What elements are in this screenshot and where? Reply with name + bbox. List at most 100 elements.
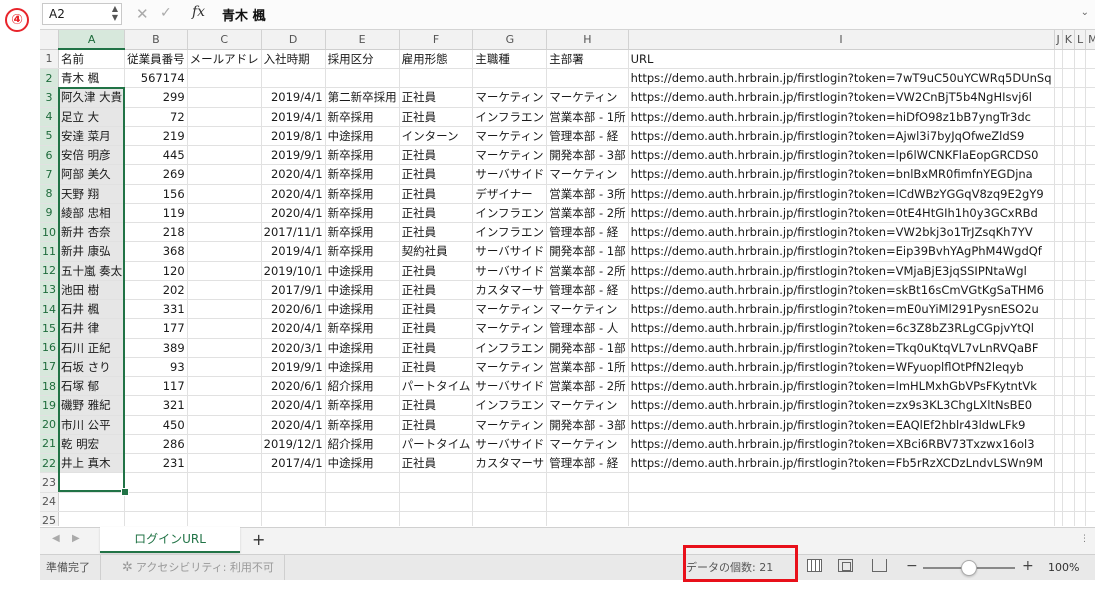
cell-d23[interactable]: [261, 472, 326, 493]
cell-g3[interactable]: マーケティン: [472, 87, 548, 108]
cell-c14[interactable]: [187, 299, 262, 320]
cell-j8[interactable]: [1054, 184, 1063, 204]
column-header-j[interactable]: J: [1054, 30, 1063, 50]
row-header[interactable]: 24: [40, 492, 59, 512]
cell-m2[interactable]: [1085, 68, 1095, 89]
cell-g4[interactable]: インフラエン: [472, 107, 548, 127]
cell-a12[interactable]: 五十嵐 奏太: [58, 261, 126, 281]
row-header[interactable]: 7: [40, 164, 59, 185]
cell-b9[interactable]: 119: [124, 203, 188, 224]
cell-g12[interactable]: サーバサイド: [472, 261, 548, 281]
cell-a9[interactable]: 綾部 忠相: [58, 203, 126, 224]
cell-g22[interactable]: カスタマーサ: [472, 453, 548, 474]
cell-g15[interactable]: マーケティン: [472, 318, 548, 339]
row-header[interactable]: 9: [40, 203, 59, 224]
cell-e10[interactable]: 新卒採用: [325, 222, 400, 243]
cell-j4[interactable]: [1054, 107, 1063, 127]
cell-b13[interactable]: 202: [124, 280, 188, 301]
cell-f21[interactable]: パートタイム: [399, 434, 474, 455]
cell-m3[interactable]: [1085, 87, 1095, 108]
cell-m9[interactable]: [1085, 203, 1095, 224]
cell-d24[interactable]: [261, 492, 326, 512]
cell-i2[interactable]: https://demo.auth.hrbrain.jp/firstlogin?…: [628, 68, 1055, 89]
cell-b16[interactable]: 389: [124, 338, 188, 358]
cell-d7[interactable]: 2020/4/1: [261, 164, 326, 185]
cell-c2[interactable]: [187, 68, 262, 89]
column-header-m[interactable]: M: [1085, 30, 1095, 50]
cell-i24[interactable]: [628, 492, 1055, 512]
cell-a10[interactable]: 新井 杏奈: [58, 222, 126, 243]
page-layout-view-icon[interactable]: [838, 559, 853, 572]
cell-c18[interactable]: [187, 376, 262, 397]
cell-l19[interactable]: [1074, 395, 1087, 416]
cell-b1[interactable]: 従業員番号: [124, 49, 188, 70]
column-header-e[interactable]: E: [325, 30, 400, 50]
cell-e15[interactable]: 新卒採用: [325, 318, 400, 339]
cell-c12[interactable]: [187, 261, 262, 281]
cell-i18[interactable]: https://demo.auth.hrbrain.jp/firstlogin?…: [628, 376, 1055, 397]
cell-k22[interactable]: [1062, 453, 1075, 474]
row-header[interactable]: 20: [40, 415, 59, 435]
cell-h8[interactable]: 営業本部 - 3所: [546, 184, 629, 204]
cell-l25[interactable]: [1074, 511, 1087, 526]
cell-c25[interactable]: [187, 511, 262, 526]
cell-f12[interactable]: 正社員: [399, 261, 474, 281]
cell-f24[interactable]: [399, 492, 474, 512]
fill-handle[interactable]: [121, 488, 129, 496]
zoom-in-button[interactable]: +: [1022, 558, 1034, 574]
cell-l22[interactable]: [1074, 453, 1087, 474]
cell-h25[interactable]: [546, 511, 629, 526]
cell-e3[interactable]: 第二新卒採用: [325, 87, 400, 108]
cell-d20[interactable]: 2020/4/1: [261, 415, 326, 435]
cell-m20[interactable]: [1085, 415, 1095, 435]
cell-m12[interactable]: [1085, 261, 1095, 281]
cell-m23[interactable]: [1085, 472, 1095, 493]
cell-l1[interactable]: [1074, 49, 1087, 70]
cell-l24[interactable]: [1074, 492, 1087, 512]
cell-k7[interactable]: [1062, 164, 1075, 185]
cell-k24[interactable]: [1062, 492, 1075, 512]
cell-k1[interactable]: [1062, 49, 1075, 70]
cell-d12[interactable]: 2019/10/1: [261, 261, 326, 281]
cell-h3[interactable]: マーケティン: [546, 87, 629, 108]
cell-e18[interactable]: 紹介採用: [325, 376, 400, 397]
row-header[interactable]: 16: [40, 338, 59, 358]
cell-l13[interactable]: [1074, 280, 1087, 301]
cell-g2[interactable]: [472, 68, 548, 89]
cell-k20[interactable]: [1062, 415, 1075, 435]
cell-e2[interactable]: [325, 68, 400, 89]
cell-g9[interactable]: インフラエン: [472, 203, 548, 224]
cell-h12[interactable]: 営業本部 - 2所: [546, 261, 629, 281]
cell-g6[interactable]: マーケティン: [472, 145, 548, 166]
cell-j5[interactable]: [1054, 126, 1063, 147]
cell-m5[interactable]: [1085, 126, 1095, 147]
column-header-b[interactable]: B: [124, 30, 188, 50]
cell-l7[interactable]: [1074, 164, 1087, 185]
cell-d14[interactable]: 2020/6/1: [261, 299, 326, 320]
cell-d8[interactable]: 2020/4/1: [261, 184, 326, 204]
cell-j3[interactable]: [1054, 87, 1063, 108]
row-header[interactable]: 8: [40, 184, 59, 204]
cell-k21[interactable]: [1062, 434, 1075, 455]
cell-c24[interactable]: [187, 492, 262, 512]
cell-j21[interactable]: [1054, 434, 1063, 455]
cell-k18[interactable]: [1062, 376, 1075, 397]
cell-j1[interactable]: [1054, 49, 1063, 70]
cell-d1[interactable]: 入社時期: [261, 49, 326, 70]
cell-d16[interactable]: 2020/3/1: [261, 338, 326, 358]
cell-b5[interactable]: 219: [124, 126, 188, 147]
column-header-a[interactable]: A: [58, 30, 126, 51]
cell-a11[interactable]: 新井 康弘: [58, 241, 126, 262]
row-header[interactable]: 12: [40, 261, 59, 281]
cell-g19[interactable]: インフラエン: [472, 395, 548, 416]
cell-i9[interactable]: https://demo.auth.hrbrain.jp/firstlogin?…: [628, 203, 1055, 224]
cell-a1[interactable]: 名前: [58, 49, 126, 70]
cell-b21[interactable]: 286: [124, 434, 188, 455]
cell-e25[interactable]: [325, 511, 400, 526]
cell-c4[interactable]: [187, 107, 262, 127]
cell-i5[interactable]: https://demo.auth.hrbrain.jp/firstlogin?…: [628, 126, 1055, 147]
cell-c20[interactable]: [187, 415, 262, 435]
cell-m1[interactable]: [1085, 49, 1095, 70]
cell-a25[interactable]: [58, 511, 126, 526]
cell-i4[interactable]: https://demo.auth.hrbrain.jp/firstlogin?…: [628, 107, 1055, 127]
